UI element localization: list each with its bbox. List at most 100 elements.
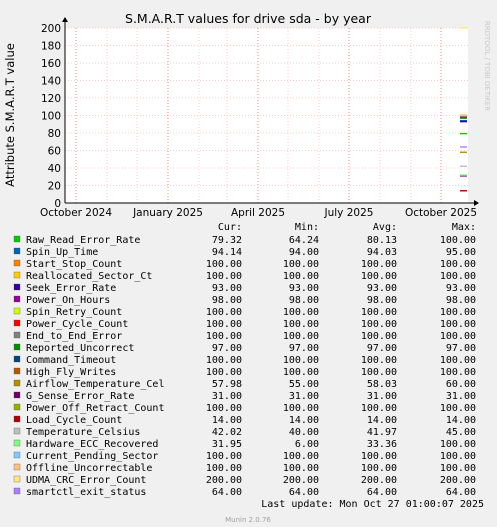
- y-tick-label: 100: [41, 111, 61, 123]
- legend-value-max: 31.00: [446, 391, 476, 402]
- legend-value-cur: 200.00: [206, 475, 242, 486]
- legend-swatch: [13, 259, 21, 267]
- legend-value-max: 95.00: [446, 247, 476, 258]
- legend-value-avg: 100.00: [361, 307, 397, 318]
- legend-value-max: 100.00: [440, 451, 476, 462]
- legend-value-avg: 97.00: [367, 343, 397, 354]
- legend-series-name: Spin_Retry_Count: [26, 307, 122, 318]
- legend-value-avg: 94.03: [367, 247, 397, 258]
- legend-value-avg: 100.00: [361, 463, 397, 474]
- x-tick-label: April 2025: [231, 207, 285, 219]
- legend-header-min: Min:: [295, 222, 319, 233]
- legend-swatch: [13, 319, 21, 327]
- legend-value-avg: 100.00: [361, 355, 397, 366]
- legend-value-min: 100.00: [283, 307, 319, 318]
- y-axis-label: Attribute S.M.A.R.T value: [3, 43, 17, 187]
- legend-value-cur: 100.00: [206, 367, 242, 378]
- legend-value-avg: 100.00: [361, 259, 397, 270]
- x-tick-label: October 2024: [40, 207, 112, 219]
- legend-value-max: 60.00: [446, 379, 476, 390]
- legend-value-cur: 31.00: [212, 391, 242, 402]
- legend-value-cur: 31.95: [212, 439, 242, 450]
- x-tick-label: January 2025: [132, 207, 203, 219]
- legend-series-name: Current_Pending_Sector: [26, 451, 158, 462]
- legend-value-min: 31.00: [289, 391, 319, 402]
- x-tick-label: July 2025: [324, 207, 374, 219]
- x-tick-label: October 2025: [405, 207, 477, 219]
- legend-value-avg: 100.00: [361, 319, 397, 330]
- legend-swatch: [13, 283, 21, 291]
- y-tick-label: 140: [41, 76, 61, 88]
- legend-value-min: 14.00: [289, 415, 319, 426]
- legend-header-max: Max:: [452, 222, 476, 233]
- legend-value-avg: 200.00: [361, 475, 397, 486]
- legend-value-cur: 100.00: [206, 259, 242, 270]
- legend-series-name: Start_Stop_Count: [26, 259, 122, 270]
- legend-series-name: Load_Cycle_Count: [26, 415, 122, 426]
- legend-value-cur: 94.14: [212, 247, 242, 258]
- legend-series-name: Hardware_ECC_Recovered: [26, 439, 158, 450]
- legend-value-cur: 79.32: [212, 235, 242, 246]
- legend-swatch: [13, 439, 21, 447]
- legend-swatch: [13, 343, 21, 351]
- legend-value-cur: 100.00: [206, 451, 242, 462]
- legend-swatch: [13, 247, 21, 255]
- legend-series-name: Reallocated_Sector_Ct: [26, 271, 152, 282]
- legend-value-avg: 100.00: [361, 451, 397, 462]
- legend-series-name: Seek_Error_Rate: [26, 283, 116, 294]
- legend-swatch: [13, 367, 21, 375]
- legend-value-min: 100.00: [283, 331, 319, 342]
- legend-series-name: Power_On_Hours: [26, 295, 110, 306]
- legend-series-name: End_to_End_Error: [26, 331, 122, 342]
- legend-value-min: 55.00: [289, 379, 319, 390]
- legend-series-name: Airflow_Temperature_Cel: [26, 379, 164, 390]
- y-tick-label: 20: [48, 181, 61, 193]
- legend-series-name: Reported_Uncorrect: [26, 343, 134, 354]
- legend: Cur: Min: Avg: Max: Raw_Read_Error_Rate 79.32…: [13, 222, 476, 498]
- legend-value-max: 200.00: [440, 475, 476, 486]
- legend-value-min: 40.00: [289, 427, 319, 438]
- legend-value-max: 97.00: [446, 343, 476, 354]
- legend-value-cur: 100.00: [206, 403, 242, 414]
- legend-swatch: [13, 475, 21, 483]
- legend-value-cur: 100.00: [206, 355, 242, 366]
- legend-value-max: 100.00: [440, 331, 476, 342]
- legend-value-avg: 58.03: [367, 379, 397, 390]
- legend-swatch: [13, 307, 21, 315]
- legend-series-name: Offline_Uncorrectable: [26, 463, 152, 474]
- legend-value-cur: 97.00: [212, 343, 242, 354]
- legend-series-name: Command_Timeout: [26, 355, 116, 366]
- legend-value-max: 100.00: [440, 463, 476, 474]
- legend-swatch: [13, 235, 21, 243]
- legend-value-max: 93.00: [446, 283, 476, 294]
- y-tick-label: 80: [48, 128, 61, 140]
- legend-swatch: [13, 427, 21, 435]
- legend-value-avg: 100.00: [361, 271, 397, 282]
- legend-value-avg: 100.00: [361, 331, 397, 342]
- legend-value-cur: 14.00: [212, 415, 242, 426]
- legend-series-name: UDMA_CRC_Error_Count: [26, 475, 146, 486]
- legend-value-min: 100.00: [283, 367, 319, 378]
- legend-swatch: [13, 487, 21, 495]
- legend-value-min: 200.00: [283, 475, 319, 486]
- legend-series-name: High_Fly_Writes: [26, 367, 116, 378]
- legend-value-min: 100.00: [283, 403, 319, 414]
- legend-value-max: 100.00: [440, 235, 476, 246]
- legend-swatch: [13, 271, 21, 279]
- legend-value-min: 6.00: [295, 439, 319, 450]
- y-tick-label: 160: [41, 58, 61, 70]
- legend-value-cur: 100.00: [206, 307, 242, 318]
- y-tick-label: 120: [41, 93, 61, 105]
- legend-value-avg: 33.36: [367, 439, 397, 450]
- legend-swatch: [13, 391, 21, 399]
- legend-value-cur: 64.00: [212, 487, 242, 498]
- legend-value-cur: 98.00: [212, 295, 242, 306]
- legend-value-cur: 57.98: [212, 379, 242, 390]
- legend-header-cur: Cur:: [218, 222, 242, 233]
- legend-swatch: [13, 415, 21, 423]
- y-tick-label: 40: [48, 163, 61, 175]
- legend-value-cur: 42.02: [212, 427, 242, 438]
- legend-swatch: [13, 379, 21, 387]
- legend-value-min: 94.00: [289, 247, 319, 258]
- legend-value-avg: 100.00: [361, 403, 397, 414]
